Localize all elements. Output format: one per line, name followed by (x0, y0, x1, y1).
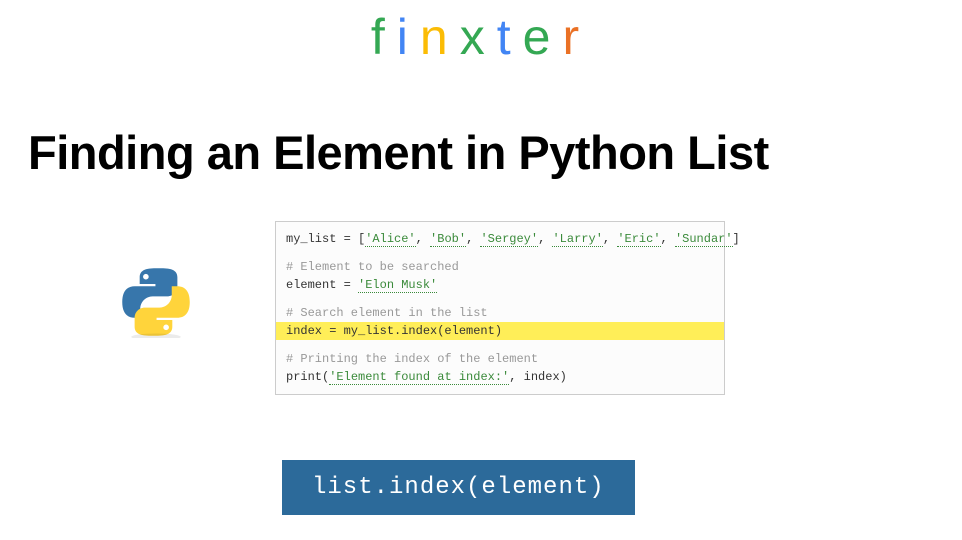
code-snippet: my_list = ['Alice', 'Bob', 'Sergey', 'La… (275, 221, 725, 395)
logo-letter: t (497, 8, 523, 66)
logo-letter: i (397, 8, 420, 66)
method-banner: list.index(element) (282, 460, 635, 515)
logo-letter: x (460, 8, 497, 66)
python-logo-icon (120, 266, 192, 338)
finxter-logo: finxter (0, 8, 962, 66)
code-line-3: index = my_list.index(element) (276, 322, 724, 340)
code-line-2: element = 'Elon Musk' (286, 276, 714, 294)
code-comment-1: # Element to be searched (286, 258, 714, 276)
logo-letter: f (371, 8, 397, 66)
page-title: Finding an Element in Python List (28, 125, 769, 180)
code-comment-3: # Printing the index of the element (286, 350, 714, 368)
code-comment-2: # Search element in the list (286, 304, 714, 322)
code-line-1: my_list = ['Alice', 'Bob', 'Sergey', 'La… (286, 230, 714, 248)
logo-letter: r (562, 8, 591, 66)
code-line-4: print('Element found at index:', index) (286, 368, 714, 386)
logo-letter: e (523, 8, 563, 66)
logo-letter: n (420, 8, 460, 66)
